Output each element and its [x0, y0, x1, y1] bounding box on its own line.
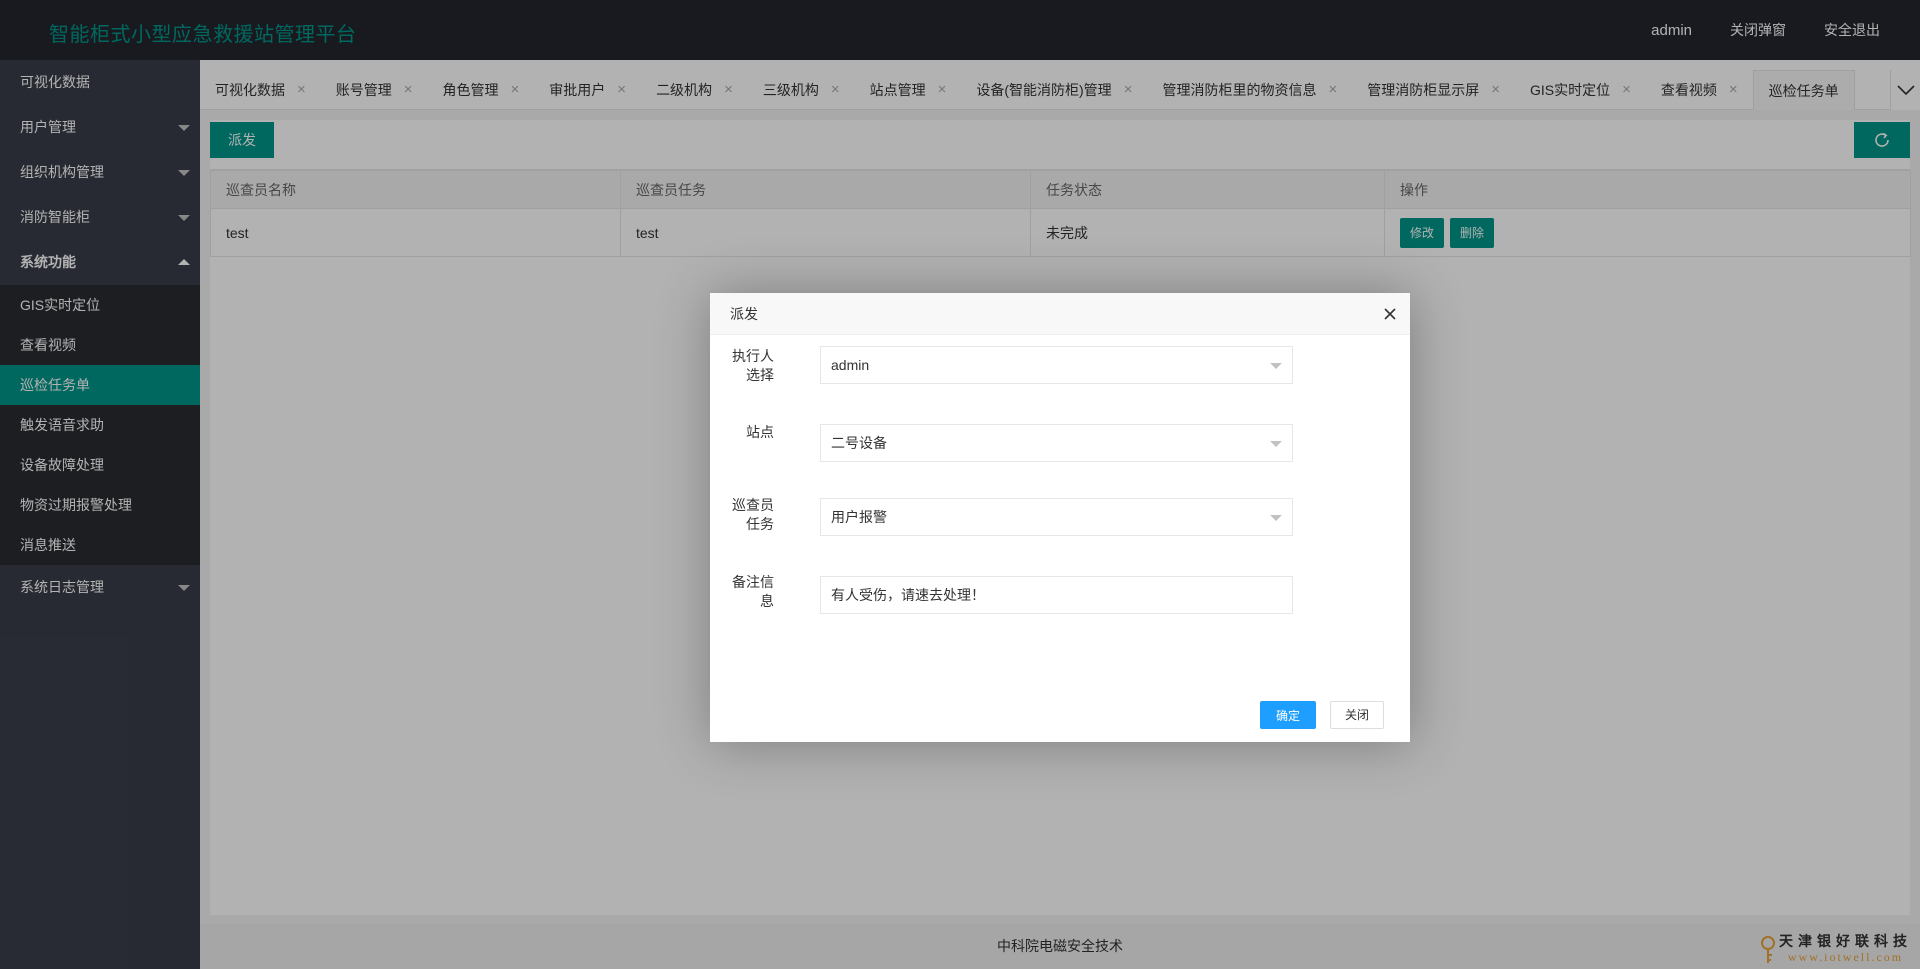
- label-line: 任务: [746, 516, 774, 532]
- site-label: 站点: [728, 423, 774, 442]
- task-value: 用户报警: [831, 509, 887, 525]
- close-icon[interactable]: [1382, 306, 1398, 322]
- remark-value: 有人受伤，请速去处理！: [831, 587, 985, 603]
- label-line: 选择: [746, 367, 774, 383]
- label-line: 站点: [746, 424, 774, 440]
- caret-down-icon: [1270, 441, 1282, 447]
- caret-down-icon: [1270, 515, 1282, 521]
- dialog-close-button[interactable]: 关闭: [1330, 701, 1385, 729]
- dialog-title: 派发: [730, 306, 758, 322]
- remark-label: 备注信 息: [728, 573, 774, 611]
- remark-input[interactable]: 有人受伤，请速去处理！: [820, 576, 1293, 614]
- dispatch-dialog: 派发 执行人 选择 admin 站点 二号设备 巡查员 任务 用户报警 备注信 …: [710, 293, 1410, 742]
- label-line: 执行人: [732, 348, 774, 364]
- executor-value: admin: [831, 357, 870, 373]
- executor-select[interactable]: admin: [820, 346, 1293, 384]
- label-line: 巡查员: [732, 497, 774, 513]
- site-select[interactable]: 二号设备: [820, 424, 1293, 462]
- executor-label: 执行人 选择: [728, 347, 774, 385]
- label-line: 备注信: [732, 574, 774, 590]
- caret-down-icon: [1270, 363, 1282, 369]
- task-select[interactable]: 用户报警: [820, 498, 1293, 536]
- site-value: 二号设备: [831, 435, 887, 451]
- task-label: 巡查员 任务: [728, 496, 774, 534]
- label-line: 息: [760, 593, 774, 609]
- dialog-titlebar: 派发: [710, 293, 1410, 335]
- confirm-button[interactable]: 确定: [1260, 701, 1317, 729]
